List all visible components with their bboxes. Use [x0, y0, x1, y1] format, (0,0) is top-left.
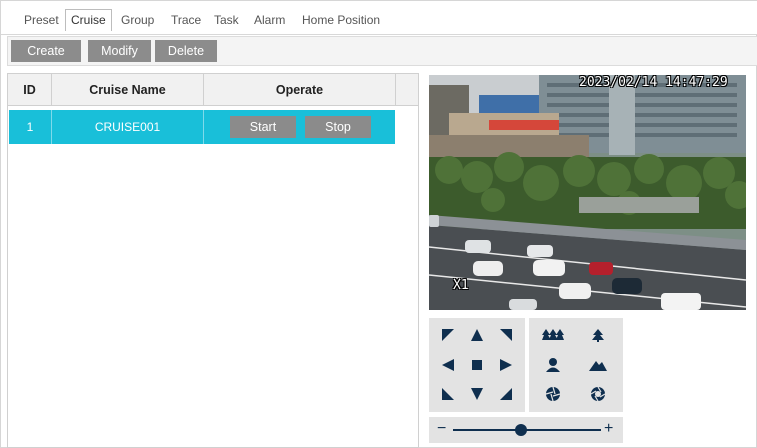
cell-id: 1: [9, 110, 52, 144]
zoom-out-trees-icon[interactable]: [538, 322, 568, 348]
tab-alarm[interactable]: Alarm: [249, 11, 290, 29]
up-arrow-icon[interactable]: [464, 322, 490, 348]
create-button[interactable]: Create: [11, 40, 81, 62]
tab-cruise[interactable]: Cruise: [65, 9, 112, 31]
right-arrow-icon[interactable]: [493, 352, 519, 378]
delete-button[interactable]: Delete: [155, 40, 217, 62]
stop-button[interactable]: Stop: [305, 116, 371, 138]
up-left-arrow-icon[interactable]: [435, 322, 461, 348]
up-right-arrow-icon[interactable]: [493, 322, 519, 348]
iris-close-icon[interactable]: [540, 381, 566, 407]
cell-cruise-name: CRUISE001: [52, 110, 204, 144]
column-header-id: ID: [8, 74, 52, 106]
down-left-arrow-icon[interactable]: [435, 381, 461, 407]
left-arrow-icon[interactable]: [435, 352, 461, 378]
down-right-arrow-icon[interactable]: [493, 381, 519, 407]
column-header-cruise-name: Cruise Name: [52, 74, 204, 106]
table-row[interactable]: 1 CRUISE001 Start Stop: [9, 110, 395, 144]
down-arrow-icon[interactable]: [464, 381, 490, 407]
stop-square-icon[interactable]: [464, 352, 490, 378]
table-header: ID Cruise Name Operate: [8, 74, 418, 106]
focus-near-person-icon[interactable]: [540, 352, 566, 378]
tab-home-position[interactable]: Home Position: [297, 11, 385, 29]
tab-task[interactable]: Task: [209, 11, 244, 29]
live-video[interactable]: 2023/02/14 14:47:29 X1: [429, 75, 746, 310]
focus-far-mountain-icon[interactable]: [585, 352, 611, 378]
tab-strip: Preset Cruise Group Trace Task Alarm Hom…: [1, 1, 757, 35]
ptz-direction-pad: [429, 318, 525, 412]
iris-open-icon[interactable]: [585, 381, 611, 407]
camera-scene-image: [429, 75, 746, 310]
zoom-plus-icon[interactable]: +: [604, 419, 613, 439]
modify-button[interactable]: Modify: [88, 40, 151, 62]
video-timestamp: 2023/02/14 14:47:29: [579, 75, 728, 90]
cruise-table: ID Cruise Name Operate 1 CRUISE001 Start…: [7, 73, 419, 448]
video-zoom-level: X1: [453, 278, 469, 293]
ptz-function-pad: [529, 318, 623, 412]
tab-group[interactable]: Group: [116, 11, 159, 29]
tab-trace[interactable]: Trace: [166, 11, 206, 29]
cell-operate: Start Stop: [204, 110, 395, 144]
zoom-slider-thumb[interactable]: [515, 424, 528, 436]
cruise-settings-panel: Preset Cruise Group Trace Task Alarm Hom…: [0, 0, 757, 448]
start-button[interactable]: Start: [230, 116, 296, 138]
zoom-slider[interactable]: − +: [429, 417, 623, 443]
column-header-operate: Operate: [204, 74, 396, 106]
zoom-minus-icon[interactable]: −: [437, 419, 446, 439]
toolbar: Create Modify Delete: [7, 36, 757, 66]
zoom-in-tree-icon[interactable]: [585, 322, 611, 348]
tab-preset[interactable]: Preset: [19, 11, 64, 29]
